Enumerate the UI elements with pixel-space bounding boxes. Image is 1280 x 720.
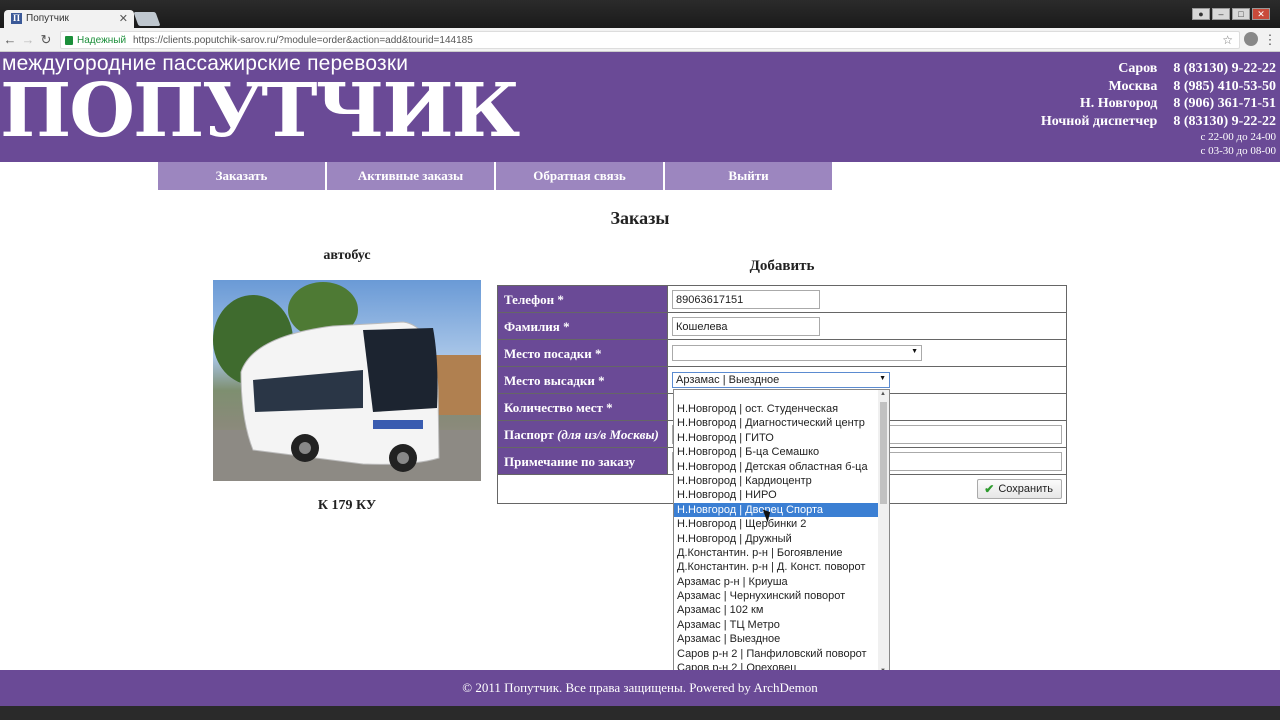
options-container: Н.Новгород | ост. Студенческая Н.Новгород… — [674, 402, 879, 675]
dropoff-label: Место высадки * — [498, 367, 668, 393]
dropoff-select[interactable]: Арзамас | Выездное ▼ — [672, 372, 890, 388]
contact-phone: 8 (83130) 9-22-22 — [1173, 113, 1276, 129]
dropdown-option[interactable]: Н.Новгород | Щербинки 2 — [674, 517, 879, 531]
dropdown-option[interactable]: Д.Константин. р-н | Д. Конст. поворот — [674, 560, 879, 574]
forward-icon[interactable]: → — [20, 32, 36, 48]
menu-item-order[interactable]: Заказать — [158, 162, 325, 190]
minimize-icon[interactable]: – — [1212, 8, 1230, 20]
bus-illustration — [213, 282, 481, 481]
lock-icon — [65, 36, 73, 45]
dropdown-option[interactable]: Арзамас | Выездное — [674, 632, 879, 646]
form-row-phone: Телефон * — [498, 286, 1066, 313]
url-text[interactable]: https://clients.poputchik-sarov.ru/?modu… — [133, 35, 473, 46]
taskbar — [0, 706, 1280, 720]
surname-input[interactable] — [672, 317, 820, 336]
contact-row: Саров 8 (83130) 9-22-22 — [1041, 60, 1276, 78]
maximize-icon[interactable]: □ — [1232, 8, 1250, 20]
main-menu: Заказать Активные заказы Обратная связь … — [158, 162, 832, 190]
contact-city: Ночной диспетчер — [1040, 113, 1158, 129]
menu-item-logout[interactable]: Выйти — [665, 162, 832, 190]
dropdown-option[interactable]: Н.Новгород | Кардиоцентр — [674, 474, 879, 488]
site-favicon-icon: П — [11, 13, 22, 24]
dropoff-options-list[interactable]: Н.Новгород | ост. Студенческая Н.Новгород… — [673, 389, 890, 676]
bookmark-star-icon[interactable]: ☆ — [1222, 33, 1233, 47]
site-header: междугородние пассажирские перевозки ПОП… — [0, 52, 1280, 162]
contact-phone: 8 (83130) 9-22-22 — [1173, 61, 1276, 76]
night-hours: с 22-00 до 24-00 — [1200, 131, 1276, 143]
browser-tab-bar: П Попутчик ✕ ● – □ ✕ — [0, 0, 1280, 28]
contact-city: Н. Новгород — [1079, 96, 1158, 111]
secure-label: Надежный — [77, 35, 127, 46]
bus-photo — [213, 280, 481, 481]
reload-icon[interactable]: ↻ — [38, 32, 54, 48]
contacts-block: Саров 8 (83130) 9-22-22 Москва 8 (985) 4… — [1041, 60, 1276, 158]
contact-row: Ночной диспетчер 8 (83130) 9-22-22 — [1041, 113, 1276, 131]
dropdown-option[interactable]: Д.Константин. р-н | Богоявление — [674, 546, 879, 560]
scroll-up-icon[interactable]: ▲ — [880, 391, 886, 397]
address-bar[interactable]: Надежный https://clients.poputchik-sarov… — [60, 31, 1240, 49]
dropdown-option[interactable]: Н.Новгород | ост. Студенческая — [674, 402, 879, 416]
pickup-select[interactable]: ▼ — [672, 345, 922, 361]
vehicle-type: автобус — [323, 248, 371, 263]
tab-title: Попутчик — [26, 13, 69, 24]
dropdown-scrollbar[interactable]: ▲ ▼ — [878, 390, 889, 675]
passport-label: Паспорт (для из/в Москвы) — [498, 421, 668, 447]
new-tab-button[interactable] — [133, 12, 161, 26]
checkmark-icon: ✔ — [984, 482, 995, 496]
dropdown-option[interactable]: Н.Новгород | Диагностический центр — [674, 416, 879, 430]
form-title: Добавить — [749, 258, 815, 274]
contact-city: Москва — [1108, 78, 1158, 94]
browser-toolbar: ← → ↻ Надежный https://clients.poputchik… — [0, 28, 1280, 52]
back-icon[interactable]: ← — [2, 32, 18, 48]
seats-label: Количество мест * — [498, 394, 668, 420]
menu-item-feedback[interactable]: Обратная связь — [496, 162, 663, 190]
dropdown-option[interactable]: Н.Новгород | Дворец Спорта — [674, 502, 879, 518]
site-logo[interactable]: ПОПУТЧИК — [0, 68, 520, 154]
menu-item-active-orders[interactable]: Активные заказы — [327, 162, 494, 190]
extension-icon[interactable] — [1244, 32, 1258, 46]
dropdown-option[interactable]: Н.Новгород | ГИТО — [674, 431, 879, 445]
night-hours: с 03-30 до 08-00 — [1200, 145, 1276, 157]
contact-city: Саров — [1118, 61, 1158, 76]
contact-row: Н. Новгород 8 (906) 361-71-51 — [1041, 95, 1276, 113]
save-button[interactable]: ✔ Сохранить — [977, 479, 1062, 499]
dropdown-option[interactable]: Н.Новгород | НИРО — [674, 488, 879, 502]
scrollbar-thumb[interactable] — [880, 402, 887, 504]
bus-plate: К 179 КУ — [317, 498, 377, 513]
dropdown-option[interactable]: Арзамас | Чернухинский поворот — [674, 589, 879, 603]
passport-label-text: Паспорт — [504, 427, 554, 442]
browser-tab[interactable]: П Попутчик ✕ — [4, 10, 134, 28]
dropdown-option[interactable]: Арзамас | 102 км — [674, 603, 879, 617]
surname-label: Фамилия * — [498, 313, 668, 339]
chevron-down-icon: ▼ — [879, 375, 886, 382]
user-icon[interactable]: ● — [1192, 8, 1210, 20]
dropoff-value: Арзамас | Выездное — [676, 374, 780, 386]
contact-phone: 8 (906) 361-71-51 — [1173, 96, 1276, 111]
dropdown-option[interactable]: Саров р-н 2 | Панфиловский поворот — [674, 647, 879, 661]
contact-phone: 8 (985) 410-53-50 — [1173, 78, 1276, 94]
dropdown-option[interactable]: Арзамас | ТЦ Метро — [674, 618, 879, 632]
passport-label-note: (для из/в Москвы) — [557, 427, 659, 442]
form-row-surname: Фамилия * — [498, 313, 1066, 340]
pickup-label: Место посадки * — [498, 340, 668, 366]
contact-row: Москва 8 (985) 410-53-50 — [1041, 78, 1276, 96]
dropdown-option[interactable]: Н.Новгород | Дружный — [674, 532, 879, 546]
note-label: Примечание по заказу — [498, 448, 668, 474]
form-row-pickup: Место посадки * ▼ — [498, 340, 1066, 367]
phone-input[interactable] — [672, 290, 820, 309]
chevron-down-icon: ▼ — [911, 348, 918, 355]
save-label: Сохранить — [998, 483, 1053, 495]
site-footer: © 2011 Попутчик. Все права защищены. Pow… — [0, 670, 1280, 706]
dropdown-option[interactable]: Н.Новгород | Б-ца Семашко — [674, 445, 879, 459]
close-tab-icon[interactable]: ✕ — [119, 12, 128, 25]
menu-icon[interactable]: ⋮ — [1262, 32, 1278, 48]
dropdown-option[interactable]: Н.Новгород | Детская областная б-ца — [674, 460, 879, 474]
page-title: Заказы — [610, 208, 670, 228]
dropdown-option[interactable]: Арзамас р-н | Криуша — [674, 575, 879, 589]
phone-label: Телефон * — [498, 286, 668, 312]
close-window-icon[interactable]: ✕ — [1252, 8, 1270, 20]
page-content: Заказать Активные заказы Обратная связь … — [0, 162, 1280, 670]
